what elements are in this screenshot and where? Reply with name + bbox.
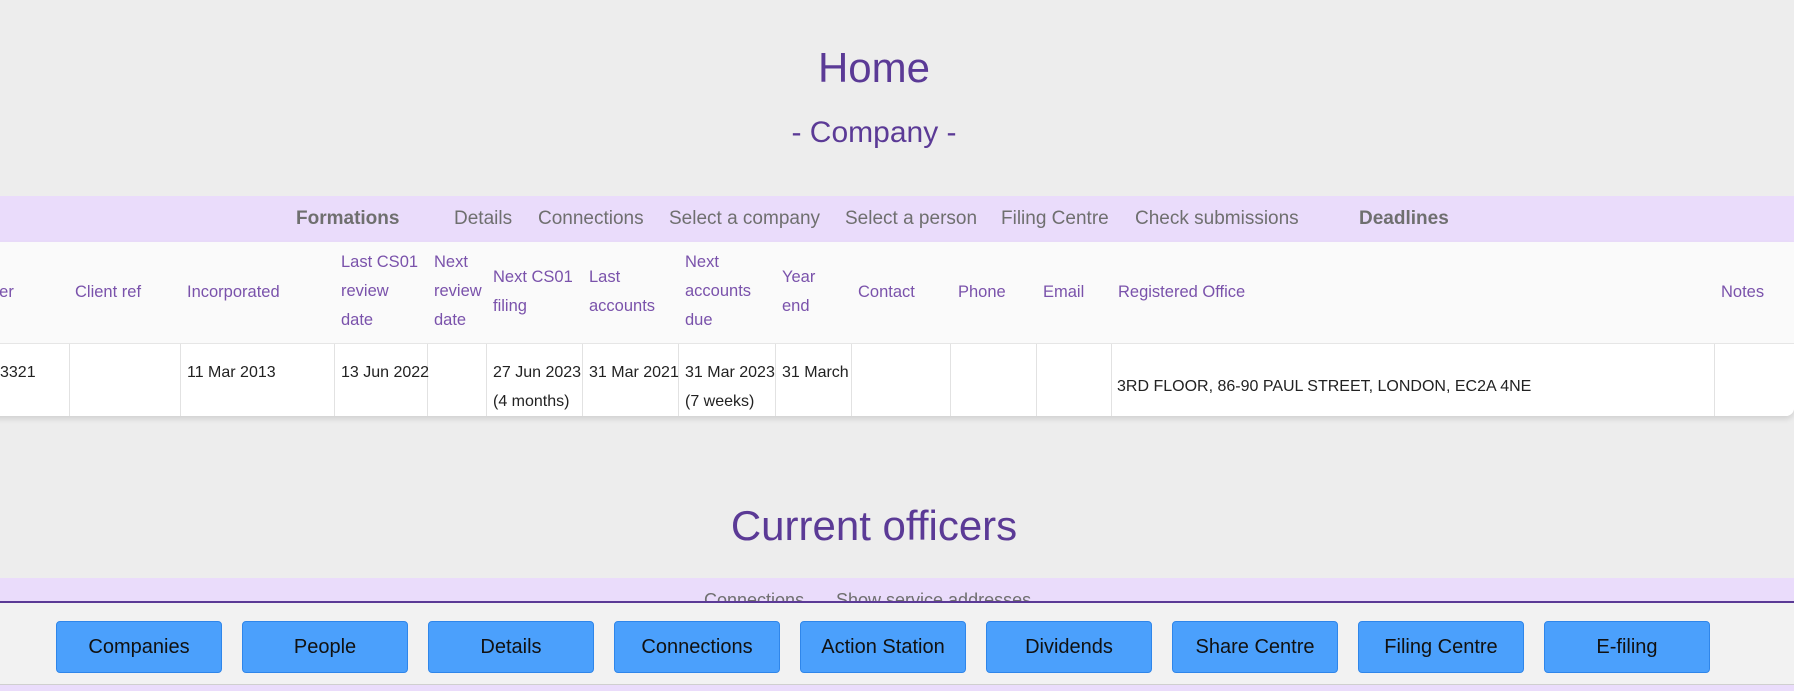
cell-number: 3321 xyxy=(0,364,36,381)
action-station-button[interactable]: Action Station xyxy=(800,621,966,673)
cell-next-accounts: 31 Mar 2023 (7 weeks) xyxy=(685,364,775,410)
col-header-last-cs01[interactable]: Last CS01 review date xyxy=(341,248,418,335)
tab-select-person[interactable]: Select a person xyxy=(845,208,977,230)
connections-button[interactable]: Connections xyxy=(614,621,780,673)
col-header-next-cs01[interactable]: Next CS01 filing xyxy=(493,263,573,321)
cell-incorporated: 11 Mar 2013 xyxy=(187,364,276,381)
col-header-next-accounts[interactable]: Next accounts due xyxy=(685,248,751,335)
details-button[interactable]: Details xyxy=(428,621,594,673)
col-header-contact[interactable]: Contact xyxy=(858,278,915,307)
tab-check-submissions[interactable]: Check submissions xyxy=(1135,208,1299,230)
col-header-phone[interactable]: Phone xyxy=(958,278,1006,307)
dividends-button[interactable]: Dividends xyxy=(986,621,1152,673)
page-subtitle: - Company - xyxy=(791,116,957,149)
tab-deadlines[interactable]: Deadlines xyxy=(1359,208,1449,230)
bottom-strip xyxy=(0,684,1794,691)
col-header-notes[interactable]: Notes xyxy=(1721,278,1764,307)
tab-connections[interactable]: Connections xyxy=(538,208,644,230)
col-header-client-ref[interactable]: Client ref xyxy=(75,278,141,307)
col-header-last-accounts[interactable]: Last accounts xyxy=(589,263,655,321)
col-header-year-end[interactable]: Year end xyxy=(782,263,815,321)
tab-formations[interactable]: Formations xyxy=(296,208,399,230)
cell-next-cs01: 27 Jun 2023 (4 months) xyxy=(493,364,582,410)
people-button[interactable]: People xyxy=(242,621,408,673)
companies-button[interactable]: Companies xyxy=(56,621,222,673)
col-header-number[interactable]: ber xyxy=(0,278,14,307)
col-header-next-review[interactable]: Next review date xyxy=(434,248,482,335)
cell-last-cs01: 13 Jun 2022 xyxy=(341,364,430,381)
tab-select-company[interactable]: Select a company xyxy=(669,208,820,230)
tab-filing-centre[interactable]: Filing Centre xyxy=(1001,208,1109,230)
e-filing-button[interactable]: E-filing xyxy=(1544,621,1710,673)
cell-registered-office: 3RD FLOOR, 86-90 PAUL STREET, LONDON, EC… xyxy=(1117,378,1532,395)
officers-tab-bar: Connections Show service addresses xyxy=(0,578,1794,602)
filing-centre-button[interactable]: Filing Centre xyxy=(1358,621,1524,673)
table-row[interactable]: 3321 11 Mar 2013 13 Jun 2022 27 Jun 2023… xyxy=(0,343,1794,416)
section-title-current-officers: Current officers xyxy=(730,502,1018,549)
bottom-navigation: Companies People Details Connections Act… xyxy=(0,601,1794,691)
share-centre-button[interactable]: Share Centre xyxy=(1172,621,1338,673)
company-tab-bar: Formations Details Connections Select a … xyxy=(0,196,1794,242)
cell-year-end: 31 March xyxy=(782,364,849,381)
company-table: ber Client ref Incorporated Last CS01rev… xyxy=(0,242,1794,416)
cell-last-accounts: 31 Mar 2021 xyxy=(589,364,679,381)
col-header-registered-office[interactable]: Registered Office xyxy=(1118,278,1245,307)
col-header-email[interactable]: Email xyxy=(1043,278,1084,307)
page-title: Home xyxy=(817,44,931,91)
col-header-incorporated[interactable]: Incorporated xyxy=(187,278,280,307)
tab-details[interactable]: Details xyxy=(454,208,512,230)
